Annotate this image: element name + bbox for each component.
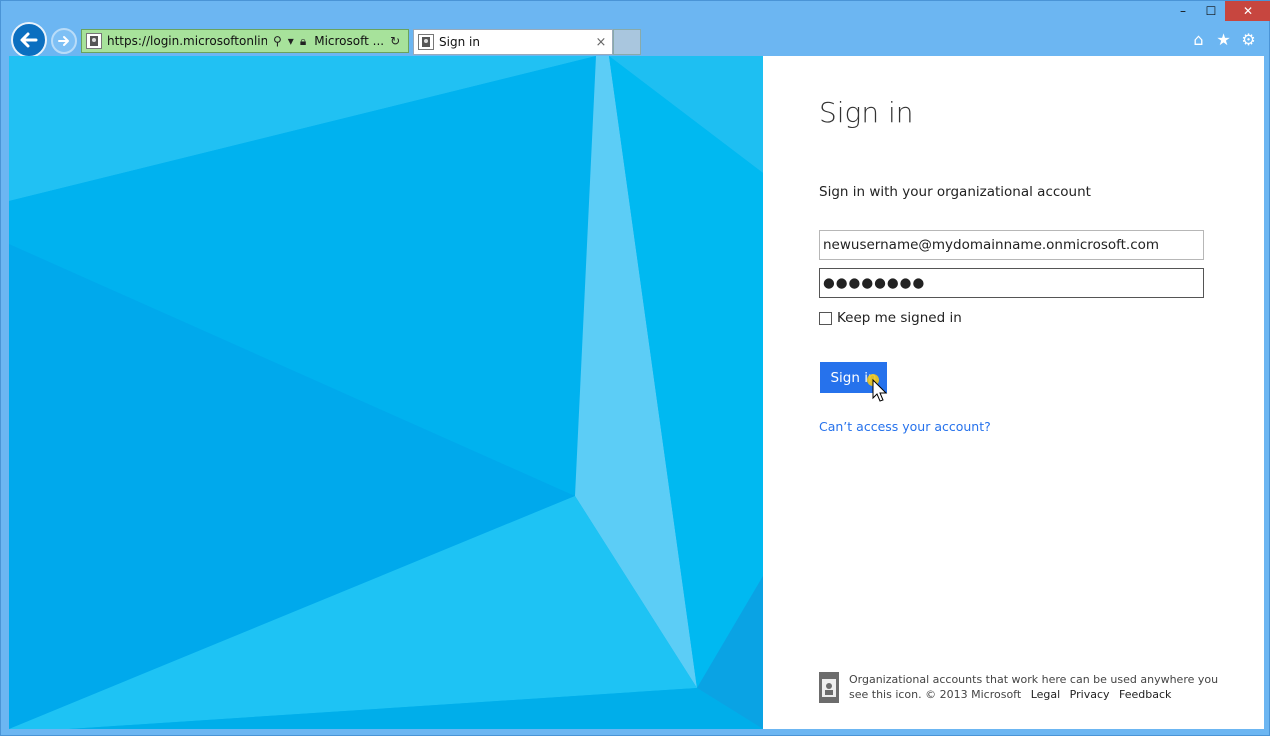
address-url[interactable]: https://login.microsoftonlin... [107, 34, 267, 48]
footer-links: Legal Privacy Feedback [1025, 688, 1172, 701]
page-title: Sign in [819, 96, 914, 129]
keep-signed-in-label: Keep me signed in [837, 310, 962, 326]
keep-signed-in-option[interactable]: Keep me signed in [819, 310, 962, 326]
settings-gear-icon[interactable]: ⚙ [1240, 30, 1257, 49]
mouse-cursor-icon [867, 374, 888, 402]
tab-close-icon[interactable]: × [594, 35, 608, 50]
subtitle: Sign in with your organizational account [819, 184, 1091, 200]
footer-link-feedback[interactable]: Feedback [1119, 688, 1171, 701]
maximize-button[interactable]: ☐ [1197, 1, 1225, 21]
home-icon[interactable]: ⌂ [1190, 30, 1207, 49]
footer-link-privacy[interactable]: Privacy [1070, 688, 1110, 701]
lock-icon[interactable]: 🔒︎ [300, 34, 306, 49]
password-field[interactable]: ●●●●●●●● [819, 268, 1204, 298]
keep-signed-in-checkbox[interactable] [819, 311, 832, 325]
minimize-button[interactable]: – [1169, 1, 1197, 21]
cant-access-account-link[interactable]: Can’t access your account? [819, 419, 991, 434]
browser-chrome: https://login.microsoftonlin... ⚲ ▾ 🔒︎ M… [1, 1, 1270, 58]
forward-arrow-icon [58, 36, 69, 46]
footer-link-legal[interactable]: Legal [1031, 688, 1060, 701]
page-viewport: Sign in Sign in with your organizational… [9, 56, 1264, 729]
email-field[interactable]: newusername@mydomainname.onmicrosoft.com [819, 230, 1204, 260]
window-controls: – ☐ ✕ [1169, 1, 1270, 21]
tab-favicon-icon [418, 34, 434, 50]
site-favicon-icon [86, 33, 102, 49]
organizational-account-badge-icon [819, 672, 839, 703]
sign-in-panel: Sign in Sign in with your organizational… [763, 56, 1264, 729]
tab-sign-in[interactable]: Sign in × [413, 29, 613, 55]
browser-toolbar-icons: ⌂ ★ ⚙ [1190, 30, 1257, 49]
dropdown-arrow-icon[interactable]: ▾ [288, 34, 294, 48]
hero-illustration [9, 56, 763, 729]
site-identity[interactable]: Microsoft ... [314, 34, 384, 48]
tab-title: Sign in [439, 35, 480, 49]
forward-button[interactable] [51, 28, 77, 54]
browser-window: https://login.microsoftonlin... ⚲ ▾ 🔒︎ M… [0, 0, 1270, 736]
refresh-icon[interactable]: ↻ [390, 34, 400, 48]
footer-text-block: Organizational accounts that work here c… [849, 672, 1219, 703]
address-bar[interactable]: https://login.microsoftonlin... ⚲ ▾ 🔒︎ M… [81, 29, 409, 53]
favorites-star-icon[interactable]: ★ [1215, 30, 1232, 49]
footer: Organizational accounts that work here c… [819, 672, 1219, 703]
back-arrow-icon [20, 32, 38, 48]
close-window-button[interactable]: ✕ [1225, 1, 1270, 21]
new-tab-button[interactable] [613, 29, 641, 55]
search-icon[interactable]: ⚲ [273, 34, 282, 48]
back-button[interactable] [11, 22, 47, 58]
